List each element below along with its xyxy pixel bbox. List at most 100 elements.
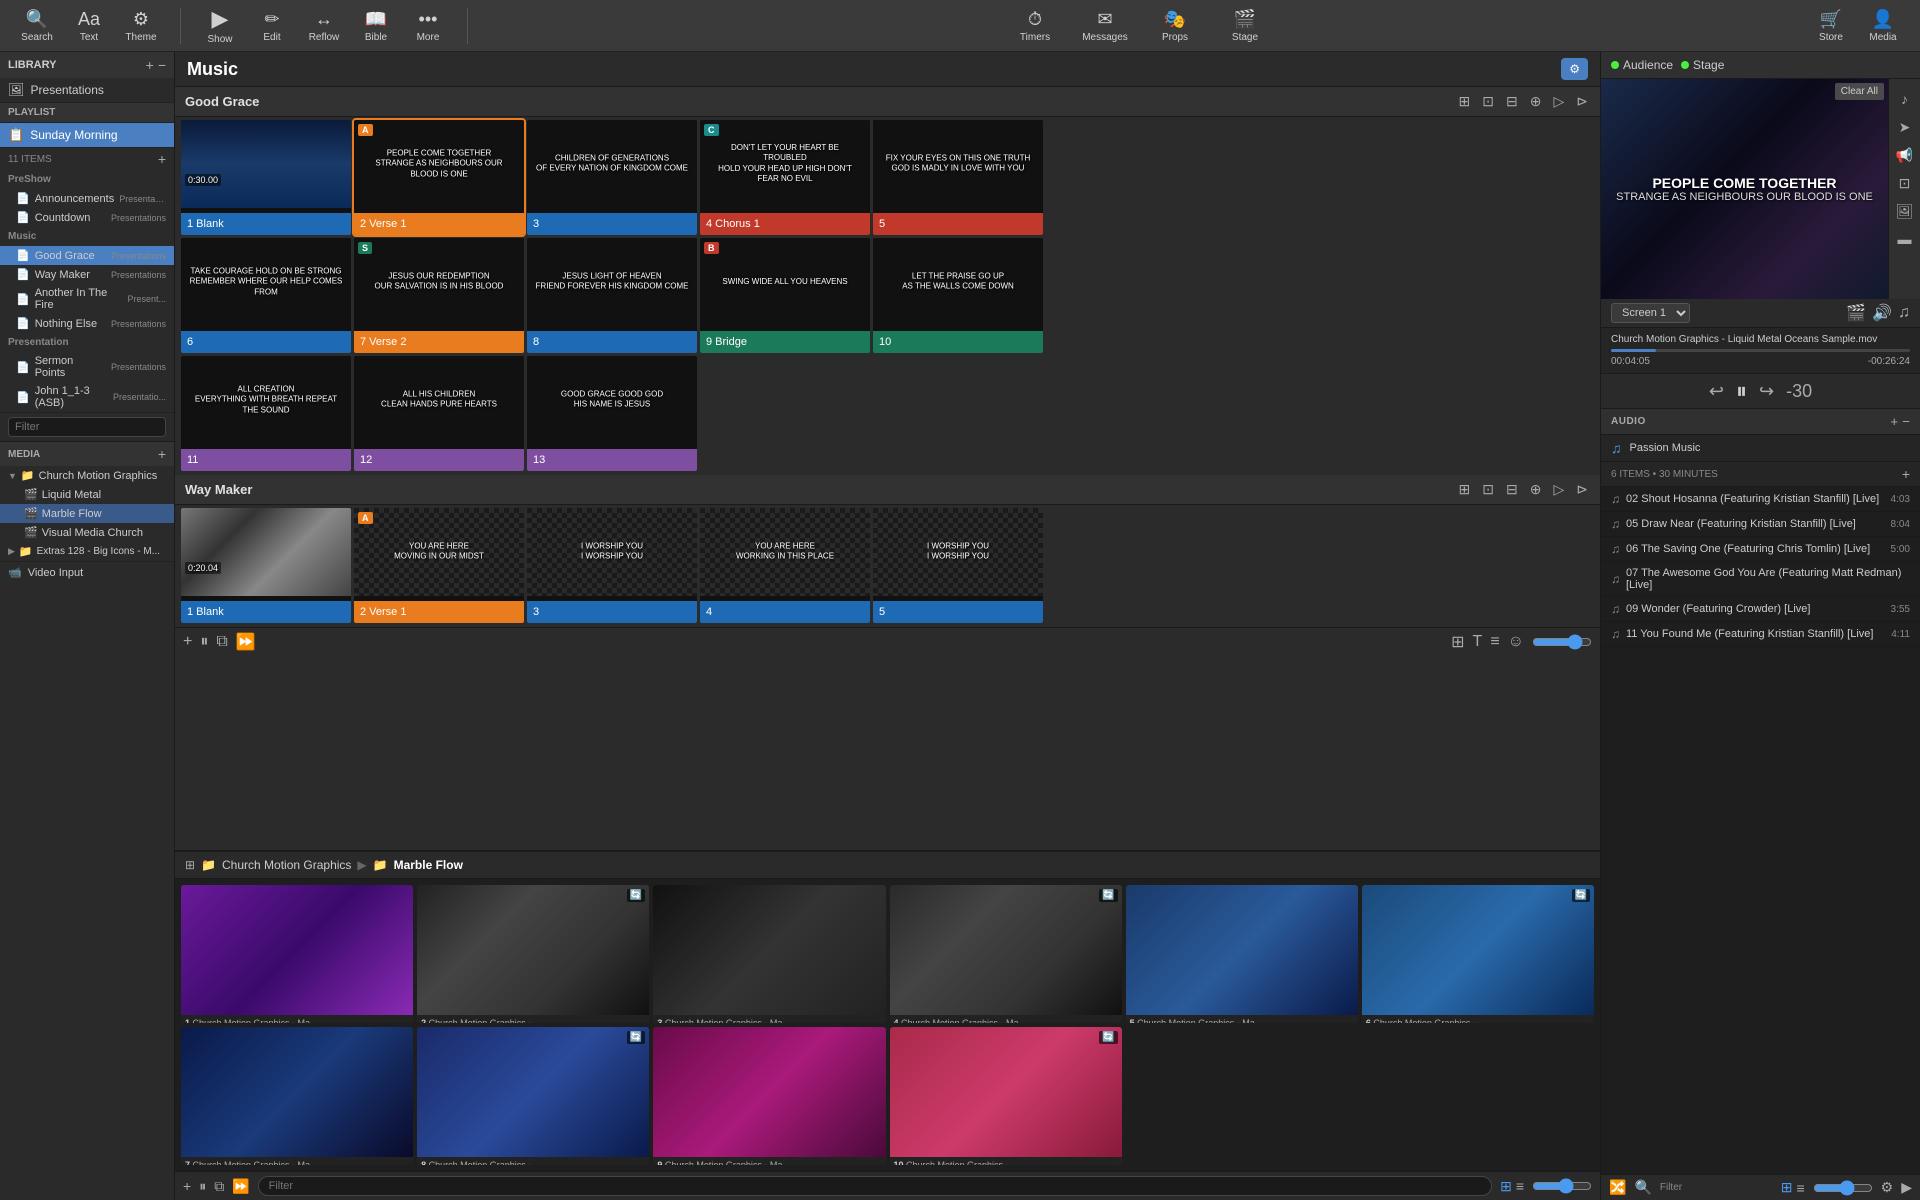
play-icon[interactable]: ▷ (1551, 91, 1566, 112)
slide-10[interactable]: LET THE PRAISE GO UPAS THE WALLS COME DO… (873, 238, 1043, 353)
wm-grid-icon[interactable]: ⊞ (1457, 479, 1473, 500)
media-item-10[interactable]: 🔄 10 Church Motion Graphics - ... (890, 1027, 1122, 1165)
slide-12[interactable]: ALL HIS CHILDRENCLEAN HANDS PURE HEARTS … (354, 356, 524, 471)
audio-add-button[interactable]: + (1890, 414, 1898, 429)
audio-track-5[interactable]: ♫ 09 Wonder (Featuring Crowder) [Live] 3… (1601, 597, 1920, 622)
fast-forward-button[interactable]: ↪ (1759, 381, 1774, 402)
show-button[interactable]: ▶ Show (195, 3, 245, 49)
sidebar-filter-input[interactable] (8, 417, 166, 437)
messages-button[interactable]: ✉ Messages (1080, 3, 1130, 49)
screen-music-icon[interactable]: ♫ (1898, 304, 1910, 322)
wm-slide-2[interactable]: A YOU ARE HEREMOVING IN OUR MIDST 2 Vers… (354, 508, 524, 623)
media-filter-input[interactable] (258, 1176, 1492, 1196)
media-add-button[interactable]: + (158, 446, 166, 462)
list-view-btn[interactable]: ≡ (1516, 1178, 1524, 1195)
audio-track-4[interactable]: ♫ 07 The Awesome God You Are (Featuring … (1601, 562, 1920, 597)
sidebar-item-presentations[interactable]: 🖼 Presentations (0, 78, 174, 102)
slide-7-verse2[interactable]: S JESUS OUR REDEMPTIONOUR SALVATION IS I… (354, 238, 524, 353)
props-button[interactable]: 🎭 Props (1150, 3, 1200, 49)
audio-track-3[interactable]: ♫ 06 The Saving One (Featuring Chris Tom… (1601, 537, 1920, 562)
reflow-button[interactable]: ↔ Reflow (299, 3, 349, 49)
next-icon[interactable]: ⊳ (1574, 91, 1590, 112)
wm-slide-3[interactable]: I WORSHIP YOUI WORSHIP YOU 3 (527, 508, 697, 623)
forward-button[interactable]: ⏩ (236, 632, 256, 652)
slide-11[interactable]: ALL CREATIONEVERYTHING WITH BREATH REPEA… (181, 356, 351, 471)
search-button[interactable]: 🔍 Search (12, 3, 62, 49)
audio-list-btn[interactable]: ≡ (1796, 1179, 1804, 1196)
slide-9-bridge[interactable]: B SWING WIDE ALL YOU HEAVENS 9 Bridge (700, 238, 870, 353)
edit-button[interactable]: ✏ Edit (247, 3, 297, 49)
sidebar-item-another[interactable]: 📄 Another In The Fire Present... (0, 284, 174, 314)
sidebar-item-good-grace[interactable]: 📄 Good Grace Presentations (0, 246, 174, 265)
media-item-8[interactable]: 🔄 8 Church Motion Graphics - ... (417, 1027, 649, 1165)
sidebar-video-input[interactable]: 📹 Video Input (0, 561, 174, 583)
slide-13[interactable]: GOOD GRACE GOOD GODHIS NAME IS JESUS 13 (527, 356, 697, 471)
audio-size-slider[interactable] (1813, 1180, 1873, 1196)
slide-6[interactable]: TAKE COURAGE HOLD ON BE STRONGREMEMBER W… (181, 238, 351, 353)
minus-30-button[interactable]: -30 (1786, 381, 1812, 402)
media-loop-btn[interactable]: ⧉ (214, 1178, 224, 1195)
sidebar-item-way-maker[interactable]: 📄 Way Maker Presentations (0, 265, 174, 284)
screen-video-icon[interactable]: 🎬 (1846, 303, 1866, 323)
audio-filter-button[interactable]: 🔍 (1634, 1179, 1651, 1196)
store-button[interactable]: 🛒 Store (1806, 3, 1856, 49)
layout-icon[interactable]: ⊡ (1893, 171, 1917, 195)
screen-selector[interactable]: Screen 1 (1611, 303, 1690, 323)
progress-bar-container[interactable] (1611, 349, 1910, 352)
loop-button[interactable]: ⧉ (216, 633, 227, 651)
audio-settings-btn[interactable]: ⚙ (1881, 1179, 1894, 1196)
bars-icon[interactable]: ▬ (1893, 227, 1917, 251)
library-add-button[interactable]: + (146, 57, 154, 73)
slide-8[interactable]: JESUS LIGHT OF HEAVENFRIEND FOREVER HIS … (527, 238, 697, 353)
size-slider[interactable] (1532, 634, 1592, 650)
grid-view-btn[interactable]: ⊞ (1500, 1178, 1512, 1195)
wm-slide-1[interactable]: 0:20.04 1 Blank (181, 508, 351, 623)
grid-icon[interactable]: ⊞ (1457, 91, 1473, 112)
media-item-2[interactable]: 🔄 2 Church Motion Graphics - ... (417, 885, 649, 1023)
list-view-button[interactable]: ≡ (1490, 633, 1499, 651)
media-item-9[interactable]: 9 Church Motion Graphics - Ma... (653, 1027, 885, 1165)
media-item-3[interactable]: 3 Church Motion Graphics - Ma... (653, 885, 885, 1023)
timers-button[interactable]: ⏱ Timers (1010, 3, 1060, 49)
slide-4-chorus[interactable]: C DON'T LET YOUR HEART BE TROUBLEDHOLD Y… (700, 120, 870, 235)
audio-track-6[interactable]: ♫ 11 You Found Me (Featuring Kristian St… (1601, 622, 1920, 647)
play-pause-button[interactable]: ⏸ (1736, 378, 1747, 404)
more-button[interactable]: ••• More (403, 3, 453, 49)
settings-button[interactable]: ⚙ (1561, 58, 1588, 80)
sidebar-item-nothing[interactable]: 📄 Nothing Else Presentations (0, 314, 174, 333)
megaphone-icon[interactable]: 📢 (1893, 143, 1917, 167)
sidebar-item-sermon[interactable]: 📄 Sermon Points Presentations (0, 352, 174, 382)
shuffle-button[interactable]: 🔀 (1609, 1179, 1626, 1196)
bible-button[interactable]: 📖 Bible (351, 3, 401, 49)
sidebar-playlist-sunday[interactable]: 📋 Sunday Morning (0, 123, 174, 147)
sidebar-media-extras[interactable]: ▶ 📁 Extras 128 - Big Icons - M... (0, 542, 174, 561)
tracks-add-button[interactable]: + (1902, 466, 1910, 482)
media-item-5[interactable]: 5 Church Motion Graphics - Ma... (1126, 885, 1358, 1023)
image-icon[interactable]: 🖼 (1893, 199, 1917, 223)
library-collapse-button[interactable]: − (158, 57, 166, 73)
slide-2-verse1[interactable]: A PEOPLE COME TOGETHERSTRANGE AS NEIGHBO… (354, 120, 524, 235)
sidebar-media-marble[interactable]: 🎬 Marble Flow (0, 504, 174, 523)
arrow-icon[interactable]: ➤ (1893, 115, 1917, 139)
audio-more-btn[interactable]: ▶ (1901, 1179, 1912, 1196)
sidebar-media-visual[interactable]: 🎬 Visual Media Church (0, 523, 174, 542)
audio-item-passion[interactable]: ♫ Passion Music (1601, 435, 1920, 462)
add-slide-button[interactable]: + (183, 633, 192, 651)
audio-collapse-button[interactable]: − (1902, 414, 1910, 429)
wm-slide-4[interactable]: YOU ARE HEREWORKING IN THIS PLACE 4 (700, 508, 870, 623)
theme-button[interactable]: ⚙ Theme (116, 3, 166, 49)
items-add-button[interactable]: + (158, 151, 166, 167)
wm-slide-5[interactable]: I WORSHIP YOUI WORSHIP YOU 5 (873, 508, 1043, 623)
text-view-button[interactable]: T (1473, 633, 1483, 651)
media-size-slider[interactable] (1532, 1178, 1592, 1194)
sidebar-media-liquid[interactable]: 🎬 Liquid Metal (0, 485, 174, 504)
wm-plus-icon[interactable]: ⊕ (1528, 479, 1544, 500)
fit-icon[interactable]: ⊟ (1504, 91, 1520, 112)
plus-icon[interactable]: ⊕ (1528, 91, 1544, 112)
center-top-scroll[interactable]: Good Grace ⊞ ⊡ ⊟ ⊕ ▷ ⊳ 0:30.00 1 B (175, 87, 1600, 850)
music-note-icon[interactable]: ♪ (1893, 87, 1917, 111)
wm-play-icon[interactable]: ▷ (1551, 479, 1566, 500)
wm-expand-icon[interactable]: ⊡ (1480, 479, 1496, 500)
media-skip-button[interactable]: ⏩ (232, 1178, 249, 1195)
expand-icon[interactable]: ⊡ (1480, 91, 1496, 112)
